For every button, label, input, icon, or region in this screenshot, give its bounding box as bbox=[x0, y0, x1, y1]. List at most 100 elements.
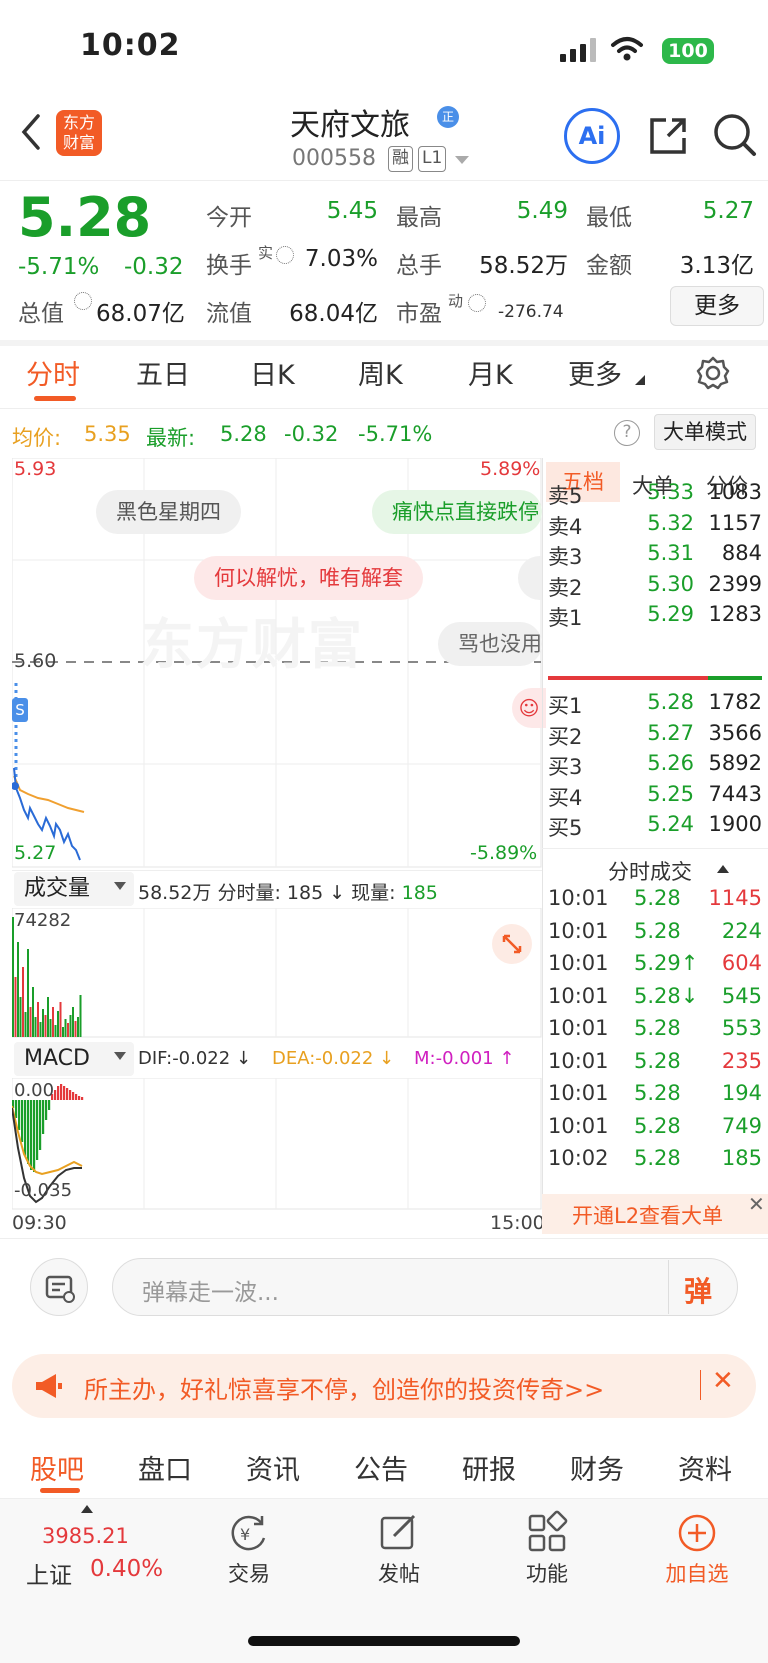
status-time: 10:02 bbox=[80, 28, 181, 63]
caret-up-icon[interactable] bbox=[716, 864, 730, 874]
macd-bar bbox=[72, 1092, 75, 1100]
bid-ask-ratio-sell bbox=[548, 676, 708, 680]
volume-chart[interactable] bbox=[12, 908, 542, 1038]
macd-bar bbox=[33, 1100, 36, 1172]
ask-level-volume: 2399 bbox=[708, 571, 762, 596]
share-icon[interactable] bbox=[646, 114, 690, 158]
chart-low-pct: -5.89% bbox=[470, 842, 538, 864]
tab-more[interactable]: 更多 bbox=[568, 353, 622, 392]
tab-forum[interactable]: 股吧 bbox=[30, 1448, 84, 1487]
volume-bar bbox=[49, 1019, 52, 1037]
turnover-value: 7.03% bbox=[304, 246, 378, 272]
volume-summary: 58.52万 分时量: 185 ↓ 现量: 185 bbox=[138, 882, 438, 904]
high-value: 5.49 bbox=[516, 198, 568, 224]
search-icon[interactable] bbox=[712, 112, 758, 160]
tab-monthly-k[interactable]: 月K bbox=[468, 353, 513, 392]
tab-weekly-k[interactable]: 周K bbox=[358, 353, 403, 392]
ask-level-volume: 1283 bbox=[708, 602, 762, 626]
nav-functions[interactable]: 功能 bbox=[518, 1558, 576, 1588]
volume-indicator-select[interactable]: 成交量 bbox=[14, 872, 134, 906]
volume-bar bbox=[24, 1012, 27, 1037]
volume-bar bbox=[14, 977, 17, 1037]
ask-level-price: 5.29 bbox=[647, 602, 694, 626]
tab-5day[interactable]: 五日 bbox=[136, 353, 190, 392]
index-name[interactable]: 上证 bbox=[26, 1556, 72, 1590]
caret-down-icon bbox=[114, 882, 126, 896]
s-marker-icon[interactable]: S bbox=[12, 698, 28, 722]
expand-icon[interactable] bbox=[492, 924, 532, 964]
settings-icon[interactable] bbox=[696, 356, 730, 390]
danmu-send-button[interactable]: 弹 bbox=[684, 1270, 712, 1310]
add-watchlist-icon[interactable] bbox=[674, 1510, 720, 1556]
ai-button[interactable]: Ai bbox=[564, 108, 620, 164]
macd-bar bbox=[69, 1090, 72, 1100]
info-icon[interactable] bbox=[74, 292, 92, 310]
volume-bar bbox=[12, 917, 14, 1037]
l2-promo-text[interactable]: 开通L2查看大单 bbox=[572, 1200, 723, 1230]
more-arrow-icon bbox=[635, 375, 645, 385]
pe-label: 市盈 bbox=[396, 301, 442, 327]
macd-label: MACD bbox=[24, 1046, 90, 1071]
tab-daily-k[interactable]: 日K bbox=[250, 353, 295, 392]
volume-bar bbox=[32, 987, 34, 1037]
nav-add-watchlist[interactable]: 加自选 bbox=[656, 1558, 738, 1588]
macd-indicator-select[interactable]: MACD bbox=[14, 1042, 134, 1076]
ask-level-price: 5.31 bbox=[647, 541, 694, 565]
functions-icon[interactable] bbox=[524, 1510, 570, 1556]
macd-bar bbox=[66, 1088, 69, 1100]
change-amount: -0.32 bbox=[124, 254, 184, 280]
trade-price: 5.28↓ bbox=[634, 983, 699, 1008]
danmu-settings-icon[interactable] bbox=[30, 1258, 88, 1316]
volume-bar bbox=[42, 1009, 44, 1037]
ask-level-volume: 1083 bbox=[708, 480, 762, 504]
more-button[interactable]: 更多 bbox=[670, 286, 764, 326]
tab-announcements[interactable]: 公告 bbox=[354, 1448, 408, 1487]
macd-bar bbox=[21, 1100, 24, 1142]
app-logo[interactable]: 东方财富 bbox=[56, 110, 102, 156]
mascot-icon[interactable]: ☺ bbox=[512, 688, 546, 728]
index-percent[interactable]: 0.40% bbox=[90, 1556, 163, 1582]
trade-icon[interactable]: ¥ bbox=[226, 1510, 272, 1556]
trade-price: 5.28 bbox=[634, 1081, 681, 1105]
macd-chart[interactable] bbox=[12, 1078, 542, 1210]
nav-trade[interactable]: 交易 bbox=[220, 1558, 278, 1588]
tab-intraday[interactable]: 分时 bbox=[26, 353, 80, 392]
last-price: 5.28 bbox=[220, 422, 267, 446]
close-icon[interactable]: ✕ bbox=[712, 1366, 734, 1396]
promo-text[interactable]: 所主办，好礼惊喜享不停，创造你的投资传奇>> bbox=[84, 1370, 684, 1405]
divider bbox=[668, 1260, 669, 1314]
close-icon[interactable]: ✕ bbox=[748, 1192, 765, 1216]
trade-price: 5.29↑ bbox=[634, 951, 699, 975]
ask-level-price: 5.33 bbox=[647, 480, 694, 504]
nav-post[interactable]: 发帖 bbox=[370, 1558, 428, 1588]
tab-order-book[interactable]: 盘口 bbox=[138, 1448, 192, 1487]
back-icon[interactable] bbox=[18, 112, 44, 152]
help-icon[interactable]: ? bbox=[614, 420, 640, 446]
volume-value: 58.52万 bbox=[479, 253, 568, 279]
tab-news[interactable]: 资讯 bbox=[246, 1448, 300, 1487]
trade-time: 10:01 bbox=[548, 951, 609, 975]
trade-time: 10:01 bbox=[548, 886, 609, 910]
tab-research[interactable]: 研报 bbox=[462, 1448, 516, 1487]
info-icon[interactable] bbox=[468, 294, 486, 312]
post-icon[interactable] bbox=[376, 1510, 422, 1556]
tab-finance[interactable]: 财务 bbox=[570, 1448, 624, 1487]
time-start: 09:30 bbox=[12, 1212, 67, 1234]
caret-up-icon bbox=[81, 1505, 93, 1513]
macd-bar bbox=[78, 1096, 81, 1100]
volume-bar bbox=[37, 1002, 39, 1037]
bid-level-volume: 7443 bbox=[708, 781, 762, 806]
macd-dea-value: DEA:-0.022 bbox=[272, 1048, 374, 1069]
volume-label: 总手 bbox=[396, 253, 442, 279]
tab-profile[interactable]: 资料 bbox=[678, 1448, 732, 1487]
volume-bar bbox=[67, 1023, 69, 1037]
big-order-mode-button[interactable]: 大单模式 bbox=[654, 414, 756, 450]
dropdown-icon[interactable] bbox=[454, 155, 470, 165]
last-change: -0.32 bbox=[284, 422, 339, 446]
last-label: 最新: bbox=[146, 426, 196, 450]
low-label: 最低 bbox=[586, 205, 632, 231]
macd-bar bbox=[27, 1100, 30, 1164]
trades-title[interactable]: 分时成交 bbox=[608, 856, 692, 886]
volume-max: 74282 bbox=[14, 910, 72, 931]
index-value[interactable]: 3985.21 bbox=[42, 1524, 129, 1548]
